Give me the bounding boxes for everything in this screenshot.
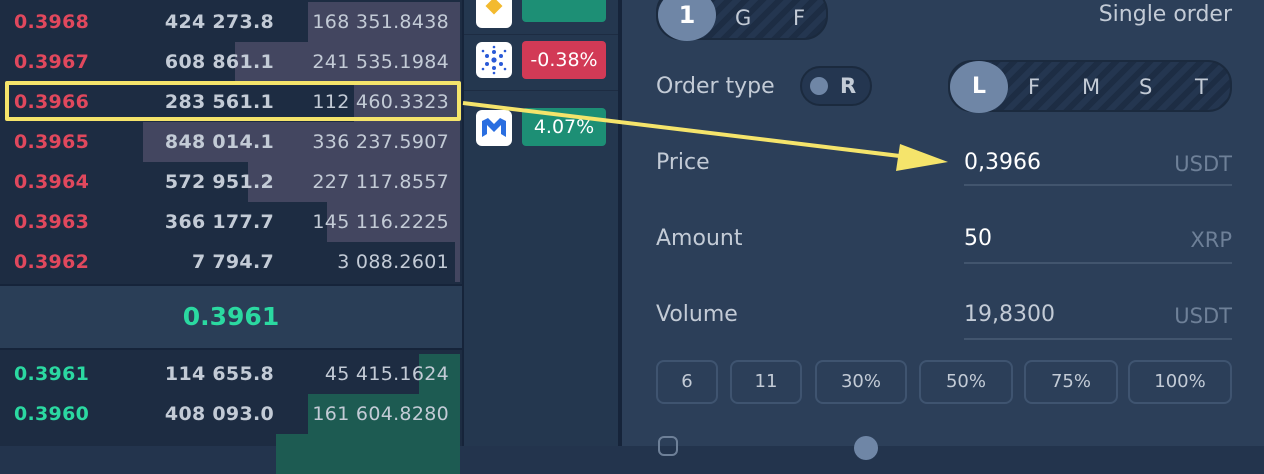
bnb-icon	[476, 0, 512, 28]
market-item[interactable]	[464, 0, 618, 35]
amount-underline	[964, 262, 1232, 264]
ask-qty: 608 861.1	[164, 51, 274, 73]
bottom-icon[interactable]	[658, 436, 678, 456]
order-kind-selector[interactable]: L F M S T	[948, 60, 1232, 113]
ask-price: 0.3963	[14, 211, 90, 233]
ask-price: 0.3965	[14, 131, 90, 153]
order-type-label: Order type	[656, 74, 775, 99]
last-price: 0.3961	[182, 302, 280, 331]
depth-bar	[276, 434, 460, 474]
order-book: 0.3968 424 273.8 168 351.8438 0.3967 608…	[0, 0, 464, 474]
bid-row[interactable]: 0.3961 114 655.8 45 415.1624	[0, 354, 462, 394]
ask-total: 241 535.1984	[312, 51, 449, 73]
ask-price: 0.3967	[14, 51, 90, 73]
bid-price: 0.3961	[14, 363, 90, 385]
price-input[interactable]: 0,3966	[964, 150, 1041, 175]
amount-unit: XRP	[1190, 228, 1232, 252]
change-pill: -0.38%	[522, 41, 606, 79]
volume-underline	[964, 338, 1232, 340]
ask-qty: 366 177.7	[164, 211, 274, 233]
quick-button-30[interactable]: 30%	[815, 360, 907, 404]
quick-button-11[interactable]: 11	[730, 360, 802, 404]
amount-input[interactable]: 50	[964, 226, 992, 251]
order-kind-f[interactable]: F	[1028, 75, 1040, 99]
ask-qty: 572 951.2	[164, 171, 274, 193]
last-price-bar: 0.3961	[0, 284, 462, 350]
quick-button-50[interactable]: 50%	[919, 360, 1013, 404]
ask-row[interactable]: 0.3963 366 177.7 145 116.2225	[0, 202, 462, 242]
toggle-knob	[810, 77, 828, 95]
leverage-option-selected[interactable]: 1	[658, 0, 716, 41]
order-kind-t[interactable]: T	[1195, 75, 1208, 99]
ask-row[interactable]: 0.3965 848 014.1 336 237.5907	[0, 122, 462, 162]
order-type-toggle[interactable]: R	[800, 66, 872, 106]
market-item[interactable]: -0.38%	[464, 34, 618, 91]
quick-button-75[interactable]: 75%	[1024, 360, 1118, 404]
price-label: Price	[656, 150, 710, 175]
ask-qty: 848 014.1	[164, 131, 274, 153]
ask-price: 0.3962	[14, 251, 90, 273]
polygon-icon	[476, 110, 512, 146]
order-kind-m[interactable]: M	[1082, 75, 1100, 99]
ask-total: 145 116.2225	[312, 211, 449, 233]
ask-total: 227 117.8557	[312, 171, 449, 193]
bid-total: 45 415.1624	[324, 363, 449, 385]
ask-row[interactable]: 0.3968 424 273.8 168 351.8438	[0, 2, 462, 42]
bid-qty: 114 655.8	[164, 363, 274, 385]
volume-unit: USDT	[1174, 304, 1232, 328]
ask-qty: 7 794.7	[191, 251, 274, 273]
ask-total: 3 088.2601	[337, 251, 449, 273]
ask-row[interactable]: 0.3967 608 861.1 241 535.1984	[0, 42, 462, 82]
volume-input[interactable]: 19,8300	[964, 302, 1055, 327]
bid-row[interactable]	[0, 434, 462, 474]
ask-total: 168 351.8438	[312, 11, 449, 33]
ask-row[interactable]: 0.3962 7 794.7 3 088.2601	[0, 242, 462, 282]
ask-total: 336 237.5907	[312, 131, 449, 153]
amount-label: Amount	[656, 226, 743, 251]
markets-list: -0.38% 4.07%	[464, 0, 618, 446]
bid-qty: 408 093.0	[164, 403, 274, 425]
quick-button-100[interactable]: 100%	[1128, 360, 1232, 404]
bottom-toggle-knob[interactable]	[854, 436, 878, 460]
highlight-box	[5, 81, 461, 121]
volume-label: Volume	[656, 302, 738, 327]
ask-price: 0.3968	[14, 11, 90, 33]
depth-bar	[455, 242, 460, 282]
price-unit: USDT	[1174, 152, 1232, 176]
bid-price: 0.3960	[14, 403, 90, 425]
leverage-option-f[interactable]: F	[793, 6, 805, 30]
ask-row[interactable]: 0.3964 572 951.2 227 117.8557	[0, 162, 462, 202]
ask-price: 0.3964	[14, 171, 90, 193]
bid-total: 161 604.8280	[312, 403, 449, 425]
bid-row[interactable]: 0.3960 408 093.0 161 604.8280	[0, 394, 462, 434]
leverage-option-g[interactable]: G	[735, 6, 751, 30]
change-pill: 4.07%	[522, 108, 606, 146]
price-underline	[964, 184, 1232, 186]
order-kind-selected[interactable]: L	[950, 61, 1008, 113]
change-pill	[522, 0, 606, 22]
order-panel: 1 G F Single order Order type R L F M S …	[622, 0, 1264, 460]
cardano-icon	[476, 42, 512, 78]
mode-label[interactable]: Single order	[1099, 2, 1232, 27]
ask-qty: 424 273.8	[164, 11, 274, 33]
leverage-toggle[interactable]: 1 G F	[656, 0, 828, 41]
quick-button-6[interactable]: 6	[656, 360, 718, 404]
market-item[interactable]: 4.07%	[464, 90, 618, 162]
order-type-toggle-label: R	[840, 74, 857, 98]
order-kind-s[interactable]: S	[1139, 75, 1152, 99]
